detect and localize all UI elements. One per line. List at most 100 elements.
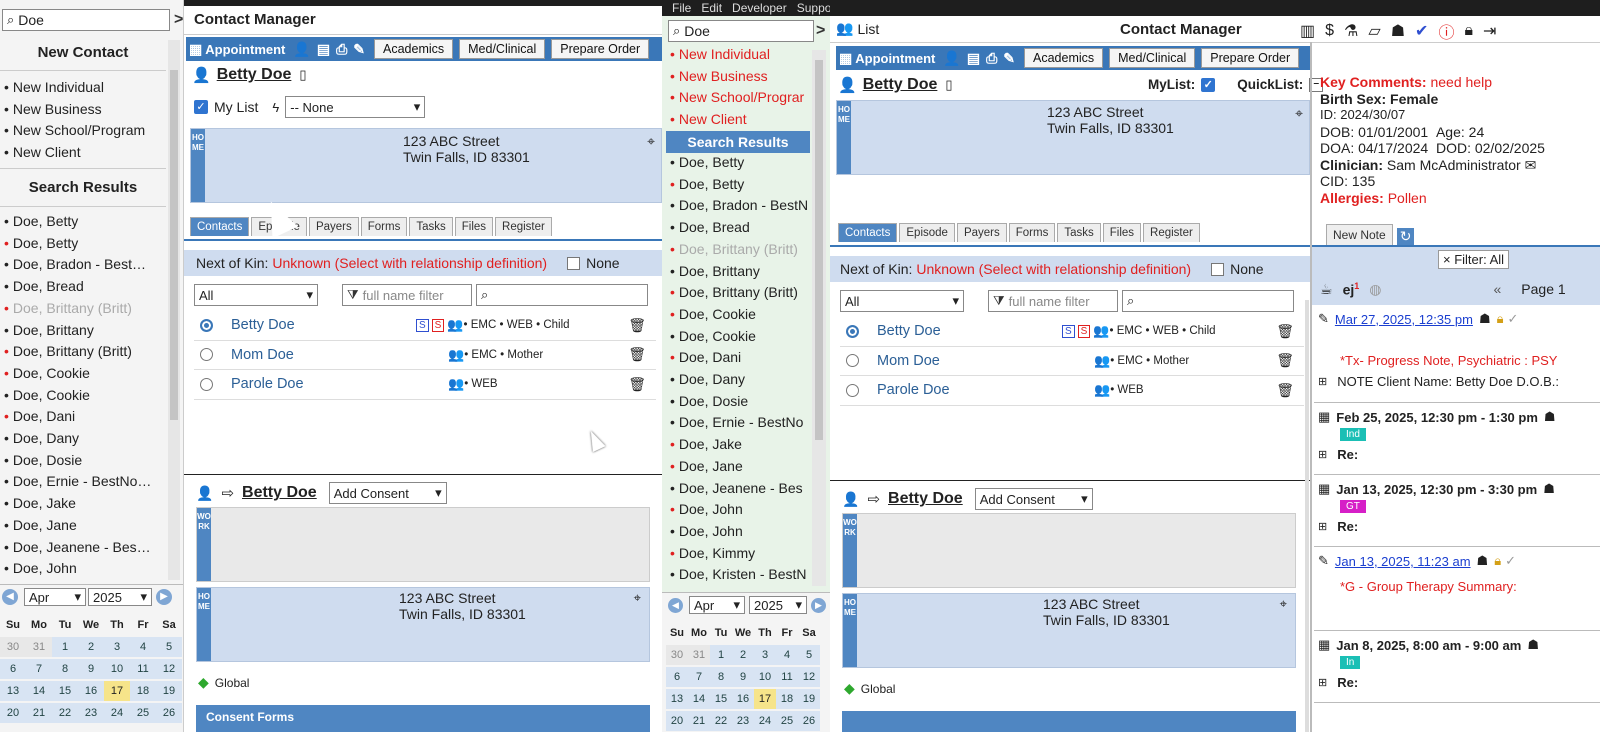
id-card-icon[interactable]: ▤ [967,50,980,67]
search-result-item[interactable]: • Doe, Cookie [4,385,164,407]
chart-icon[interactable]: ▥ [1300,21,1315,41]
calendar-day[interactable]: 24 [754,711,776,731]
search-result-item[interactable]: • Doe, Brittany [670,261,810,283]
month-select[interactable]: Apr ▾ [24,588,86,606]
medclinical-button[interactable]: Med/Clinical [1109,48,1196,68]
calendar-day[interactable]: 2 [78,637,104,657]
user-edit-icon[interactable]: 👤 [943,50,960,67]
logout-icon[interactable]: ⇥ [1483,21,1496,41]
tab-forms[interactable]: Forms [1008,223,1056,242]
prev-month-icon[interactable]: ◀ [668,597,683,613]
scrollbar[interactable] [812,50,826,586]
calendar-day[interactable]: 30 [0,637,26,657]
calendar-icon[interactable]: ▦ [1318,637,1330,653]
calendar-day[interactable]: 12 [156,659,182,679]
detective-icon[interactable]: ☗ [1391,21,1405,41]
tab-payers[interactable]: Payers [308,217,359,236]
calendar-day[interactable]: 23 [78,703,104,723]
search-result-item[interactable]: • Doe, Jake [670,434,810,456]
lock-icon[interactable]: 🔒︎ [1497,311,1504,327]
users-icon[interactable]: 👥 [836,20,853,37]
calendar-day[interactable]: 13 [0,681,26,701]
calendar-day[interactable]: 18 [776,689,798,709]
prepare-order-button[interactable]: Prepare Order [1201,48,1300,68]
search-result-item[interactable]: • Doe, Betty [670,152,810,174]
flag-select[interactable]: -- None ▾ [285,96,426,118]
contact-name[interactable]: Mom Doe [231,347,411,363]
new-contact-item[interactable]: • New School/Prograr [670,87,810,109]
contact-name[interactable]: Betty Doe [231,317,411,333]
calendar-day[interactable]: 30 [666,645,688,665]
calendar-day[interactable]: 25 [776,711,798,731]
search-result-item[interactable]: • Doe, Jane [4,515,164,537]
flask-icon[interactable]: ⚗ [1344,21,1358,41]
invoice-icon[interactable]: $ [1325,22,1334,40]
mylist-checkbox[interactable]: ✓ [194,100,208,114]
calendar-day[interactable]: 10 [104,659,130,679]
note-date[interactable]: Jan 13, 2025, 11:23 am [1335,554,1471,569]
search-result-item[interactable]: • Doe, Ernie - BestNo… [4,471,164,493]
tab-tasks[interactable]: Tasks [409,217,453,236]
add-consent-select[interactable]: Add Consent ▾ [974,488,1093,510]
search-result-item[interactable]: • Doe, Betty [4,233,164,255]
new-contact-item[interactable]: • New Client [670,109,810,131]
sms-icon[interactable]: S [1062,324,1075,338]
calendar-day[interactable]: 2 [732,645,754,665]
expand-icon[interactable]: ⊞ [1318,676,1327,689]
calendar-day[interactable]: 26 [156,703,182,723]
contact-radio[interactable] [846,383,859,397]
refresh-icon[interactable]: ↻ [1396,228,1415,245]
new-contact-item[interactable]: • New Business [670,66,810,88]
new-contact-item[interactable]: • New School/Program [4,120,168,142]
calendar-day[interactable]: 9 [78,659,104,679]
calendar-day[interactable]: 1 [52,637,78,657]
map-pin-icon[interactable]: ⌖ [1295,105,1303,122]
search-result-item[interactable]: • Doe, Bread [670,217,810,239]
contact-name[interactable]: Parole Doe [877,382,1057,398]
arrow-right-icon[interactable]: ⇨ [867,490,880,508]
calendar-day[interactable]: 3 [104,637,130,657]
calendar-day[interactable]: 4 [130,637,156,657]
calendar-day[interactable]: 3 [754,645,776,665]
menu-item-support[interactable]: Support [797,1,830,15]
calendar-day[interactable]: 26 [798,711,820,731]
calendar-day[interactable]: 20 [0,703,26,723]
new-note-tab[interactable]: New Note [1326,224,1393,245]
year-select[interactable]: 2025 ▾ [88,588,152,606]
tab-forms[interactable]: Forms [360,217,408,236]
trash-icon[interactable]: 🗑 [1276,352,1294,369]
calendar-day[interactable]: 21 [26,703,52,723]
trash-icon[interactable]: 🗑 [628,317,646,334]
contact-row[interactable]: Mom Doe 👥 • EMC • Mother 🗑 [194,341,656,370]
search-result-item[interactable]: • Doe, Dany [670,369,810,391]
search-result-item[interactable]: • Doe, Dani [670,347,810,369]
search-result-item[interactable]: • Doe, Kristen - BestN [670,564,810,586]
search-result-item[interactable]: • Doe, Cookie [4,363,164,385]
calendar-day[interactable]: 11 [130,659,156,679]
calendar-day[interactable]: 6 [666,667,688,687]
calendar-plus-icon[interactable]: ▦ [189,41,202,58]
calendar-day[interactable]: 21 [688,711,710,731]
next-month-icon[interactable]: ▶ [811,597,826,613]
add-consent-select[interactable]: Add Consent ▾ [328,482,447,504]
none-checkbox[interactable] [567,256,581,270]
first-page-icon[interactable]: « [1493,281,1501,297]
calendar-day[interactable]: 15 [710,689,732,709]
lock-icon[interactable]: 🔒︎ [1494,553,1501,569]
detective-icon[interactable]: ☗ [1544,409,1556,425]
month-select[interactable]: Apr ▾ [689,596,745,614]
calendar-day[interactable]: 5 [798,645,820,665]
calendar-icon[interactable]: ▦ [1318,409,1330,425]
search-result-item[interactable]: • Doe, Dany [4,428,164,450]
next-of-kin-value[interactable]: Unknown (Select with relationship defini… [916,261,1191,277]
contact-row[interactable]: Parole Doe 👥 • WEB 🗑 [840,376,1304,406]
coffee-icon[interactable]: ☕︎ [1320,281,1333,298]
detective-icon[interactable]: ☗ [1527,637,1539,653]
tab-files[interactable]: Files [454,217,494,236]
tab-tasks[interactable]: Tasks [1057,223,1101,242]
lock-icon[interactable]: 🔒︎ [1464,22,1473,40]
new-contact-item[interactable]: • New Business [4,99,168,121]
search-input[interactable]: ⌕ Doe [668,20,814,42]
tab-contacts[interactable]: Contacts [190,217,250,236]
calendar-plus-icon[interactable]: ▦ [839,50,852,67]
